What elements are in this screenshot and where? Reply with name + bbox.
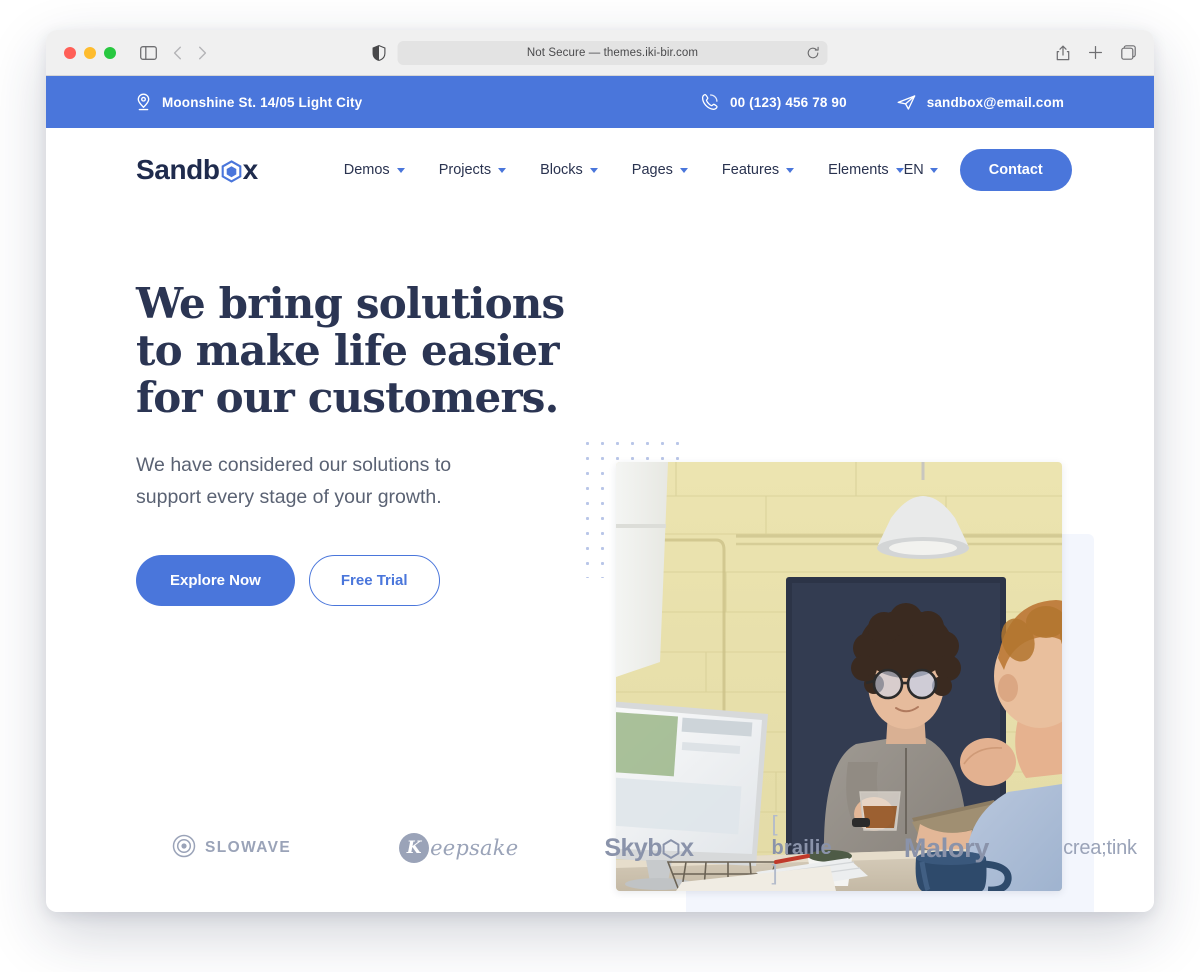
- plus-icon[interactable]: [1088, 45, 1103, 60]
- hero-title-line2: to make life easier: [136, 326, 559, 375]
- chevron-down-icon: [679, 167, 688, 173]
- url-input[interactable]: Not Secure — themes.iki-bir.com: [397, 40, 828, 65]
- hexagon-icon: [662, 838, 680, 859]
- page-title: We bring solutions to make life easier f…: [136, 280, 566, 421]
- nav-item-elements[interactable]: Elements: [828, 162, 904, 178]
- email-text: sandbox@email.com: [926, 94, 1064, 110]
- chevron-left-icon[interactable]: [173, 46, 182, 60]
- nav-menu: Demos Projects Blocks Pages Features Ele…: [344, 162, 904, 178]
- hero-title-line1: We bring solutions: [136, 279, 565, 328]
- web-page: Moonshine St. 14/05 Light City 00 (123) …: [46, 76, 1154, 912]
- client-name: SLOWAVE: [205, 839, 292, 856]
- nav-label: Features: [721, 162, 780, 178]
- bracket-right: ]: [771, 859, 778, 885]
- logo-text-part2: x: [242, 154, 259, 185]
- nav-item-blocks[interactable]: Blocks: [540, 162, 598, 178]
- client-name: eepsake: [430, 836, 519, 860]
- client-logo-brailie[interactable]: [ brailie ]: [772, 811, 832, 886]
- nav-label: Demos: [343, 162, 390, 178]
- client-name: Skyb x: [604, 833, 694, 862]
- phone-text: 00 (123) 456 78 90: [729, 94, 847, 110]
- paper-plane-icon: [897, 94, 916, 111]
- chevron-down-icon: [589, 167, 598, 173]
- chevron-down-icon: [929, 167, 938, 173]
- client-logos: SLOWAVE K eepsake Skyb x [brailie] Mal…: [46, 811, 1154, 885]
- phone-item[interactable]: 00 (123) 456 78 90: [701, 93, 847, 111]
- client-logo-skybox[interactable]: Skyb x: [604, 833, 694, 863]
- nav-item-features[interactable]: Features: [721, 162, 795, 178]
- logo-text-part1: Sandb: [136, 154, 220, 185]
- client-name-text: brailie: [771, 836, 832, 859]
- window-controls: [64, 46, 116, 59]
- sidebar-toggle-icon[interactable]: [140, 45, 157, 60]
- address-bar-area: Not Secure — themes.iki-bir.com: [372, 40, 828, 65]
- client-name: crea;tink: [1063, 836, 1137, 859]
- maximize-window-button[interactable]: [104, 46, 116, 59]
- share-icon[interactable]: [1056, 44, 1070, 61]
- chevron-right-icon[interactable]: [198, 46, 207, 60]
- chevron-down-icon: [895, 167, 904, 173]
- site-navigation: Sandb x Demos Projects Blocks Pages Feat…: [46, 128, 1154, 212]
- nav-item-pages[interactable]: Pages: [632, 162, 688, 178]
- nav-label: Projects: [438, 162, 492, 178]
- tab-overview-icon[interactable]: [1121, 45, 1136, 60]
- hero-buttons: Explore Now Free Trial: [136, 555, 566, 606]
- nav-label: Blocks: [540, 162, 583, 178]
- hero-subtitle: We have considered our solutions to supp…: [136, 454, 452, 508]
- hexagon-icon: [221, 158, 242, 183]
- reload-icon[interactable]: [807, 46, 820, 59]
- address-item: Moonshine St. 14/05 Light City: [136, 93, 362, 111]
- hero-copy: We bring solutions to make life easier f…: [136, 280, 566, 606]
- nav-item-demos[interactable]: Demos: [344, 162, 405, 178]
- hero-section: We bring solutions to make life easier f…: [46, 212, 1154, 912]
- client-logo-slowave[interactable]: SLOWAVE: [172, 834, 291, 863]
- nav-item-projects[interactable]: Projects: [438, 162, 507, 178]
- client-logo-creatink[interactable]: crea;tink: [1063, 837, 1137, 860]
- chevron-down-icon: [786, 167, 795, 173]
- url-text: Not Secure — themes.iki-bir.com: [526, 46, 699, 59]
- bracket-left: [: [771, 810, 778, 836]
- site-logo[interactable]: Sandb x: [136, 154, 258, 186]
- keepsake-initial-badge: K: [399, 833, 430, 863]
- hero-title-line3: for our customers.: [136, 373, 559, 422]
- chevron-down-icon: [498, 167, 507, 173]
- browser-window: Not Secure — themes.iki-bir.com Moonshin…: [46, 30, 1154, 912]
- language-label: EN: [903, 162, 924, 178]
- client-name: Malory: [903, 832, 990, 863]
- target-icon: [172, 834, 196, 863]
- client-name: [ brailie ]: [772, 811, 832, 886]
- free-trial-button[interactable]: Free Trial: [308, 555, 440, 606]
- minimize-window-button[interactable]: [84, 46, 96, 59]
- top-info-bar: Moonshine St. 14/05 Light City 00 (123) …: [46, 76, 1154, 128]
- address-text: Moonshine St. 14/05 Light City: [162, 94, 363, 110]
- shield-icon[interactable]: [372, 44, 386, 61]
- browser-toolbar: Not Secure — themes.iki-bir.com: [46, 30, 1154, 76]
- location-pin-icon: [136, 93, 151, 111]
- phone-icon: [701, 93, 719, 111]
- explore-now-button[interactable]: Explore Now: [136, 555, 295, 606]
- contact-button[interactable]: Contact: [959, 149, 1072, 191]
- nav-label: Pages: [631, 162, 673, 178]
- client-logo-malory[interactable]: Malory: [903, 832, 990, 864]
- email-item[interactable]: sandbox@email.com: [897, 94, 1064, 111]
- close-window-button[interactable]: [64, 46, 76, 59]
- language-selector[interactable]: EN: [904, 162, 938, 178]
- chevron-down-icon: [396, 167, 405, 173]
- client-logo-keepsake[interactable]: K eepsake: [399, 833, 518, 863]
- nav-label: Elements: [828, 162, 889, 178]
